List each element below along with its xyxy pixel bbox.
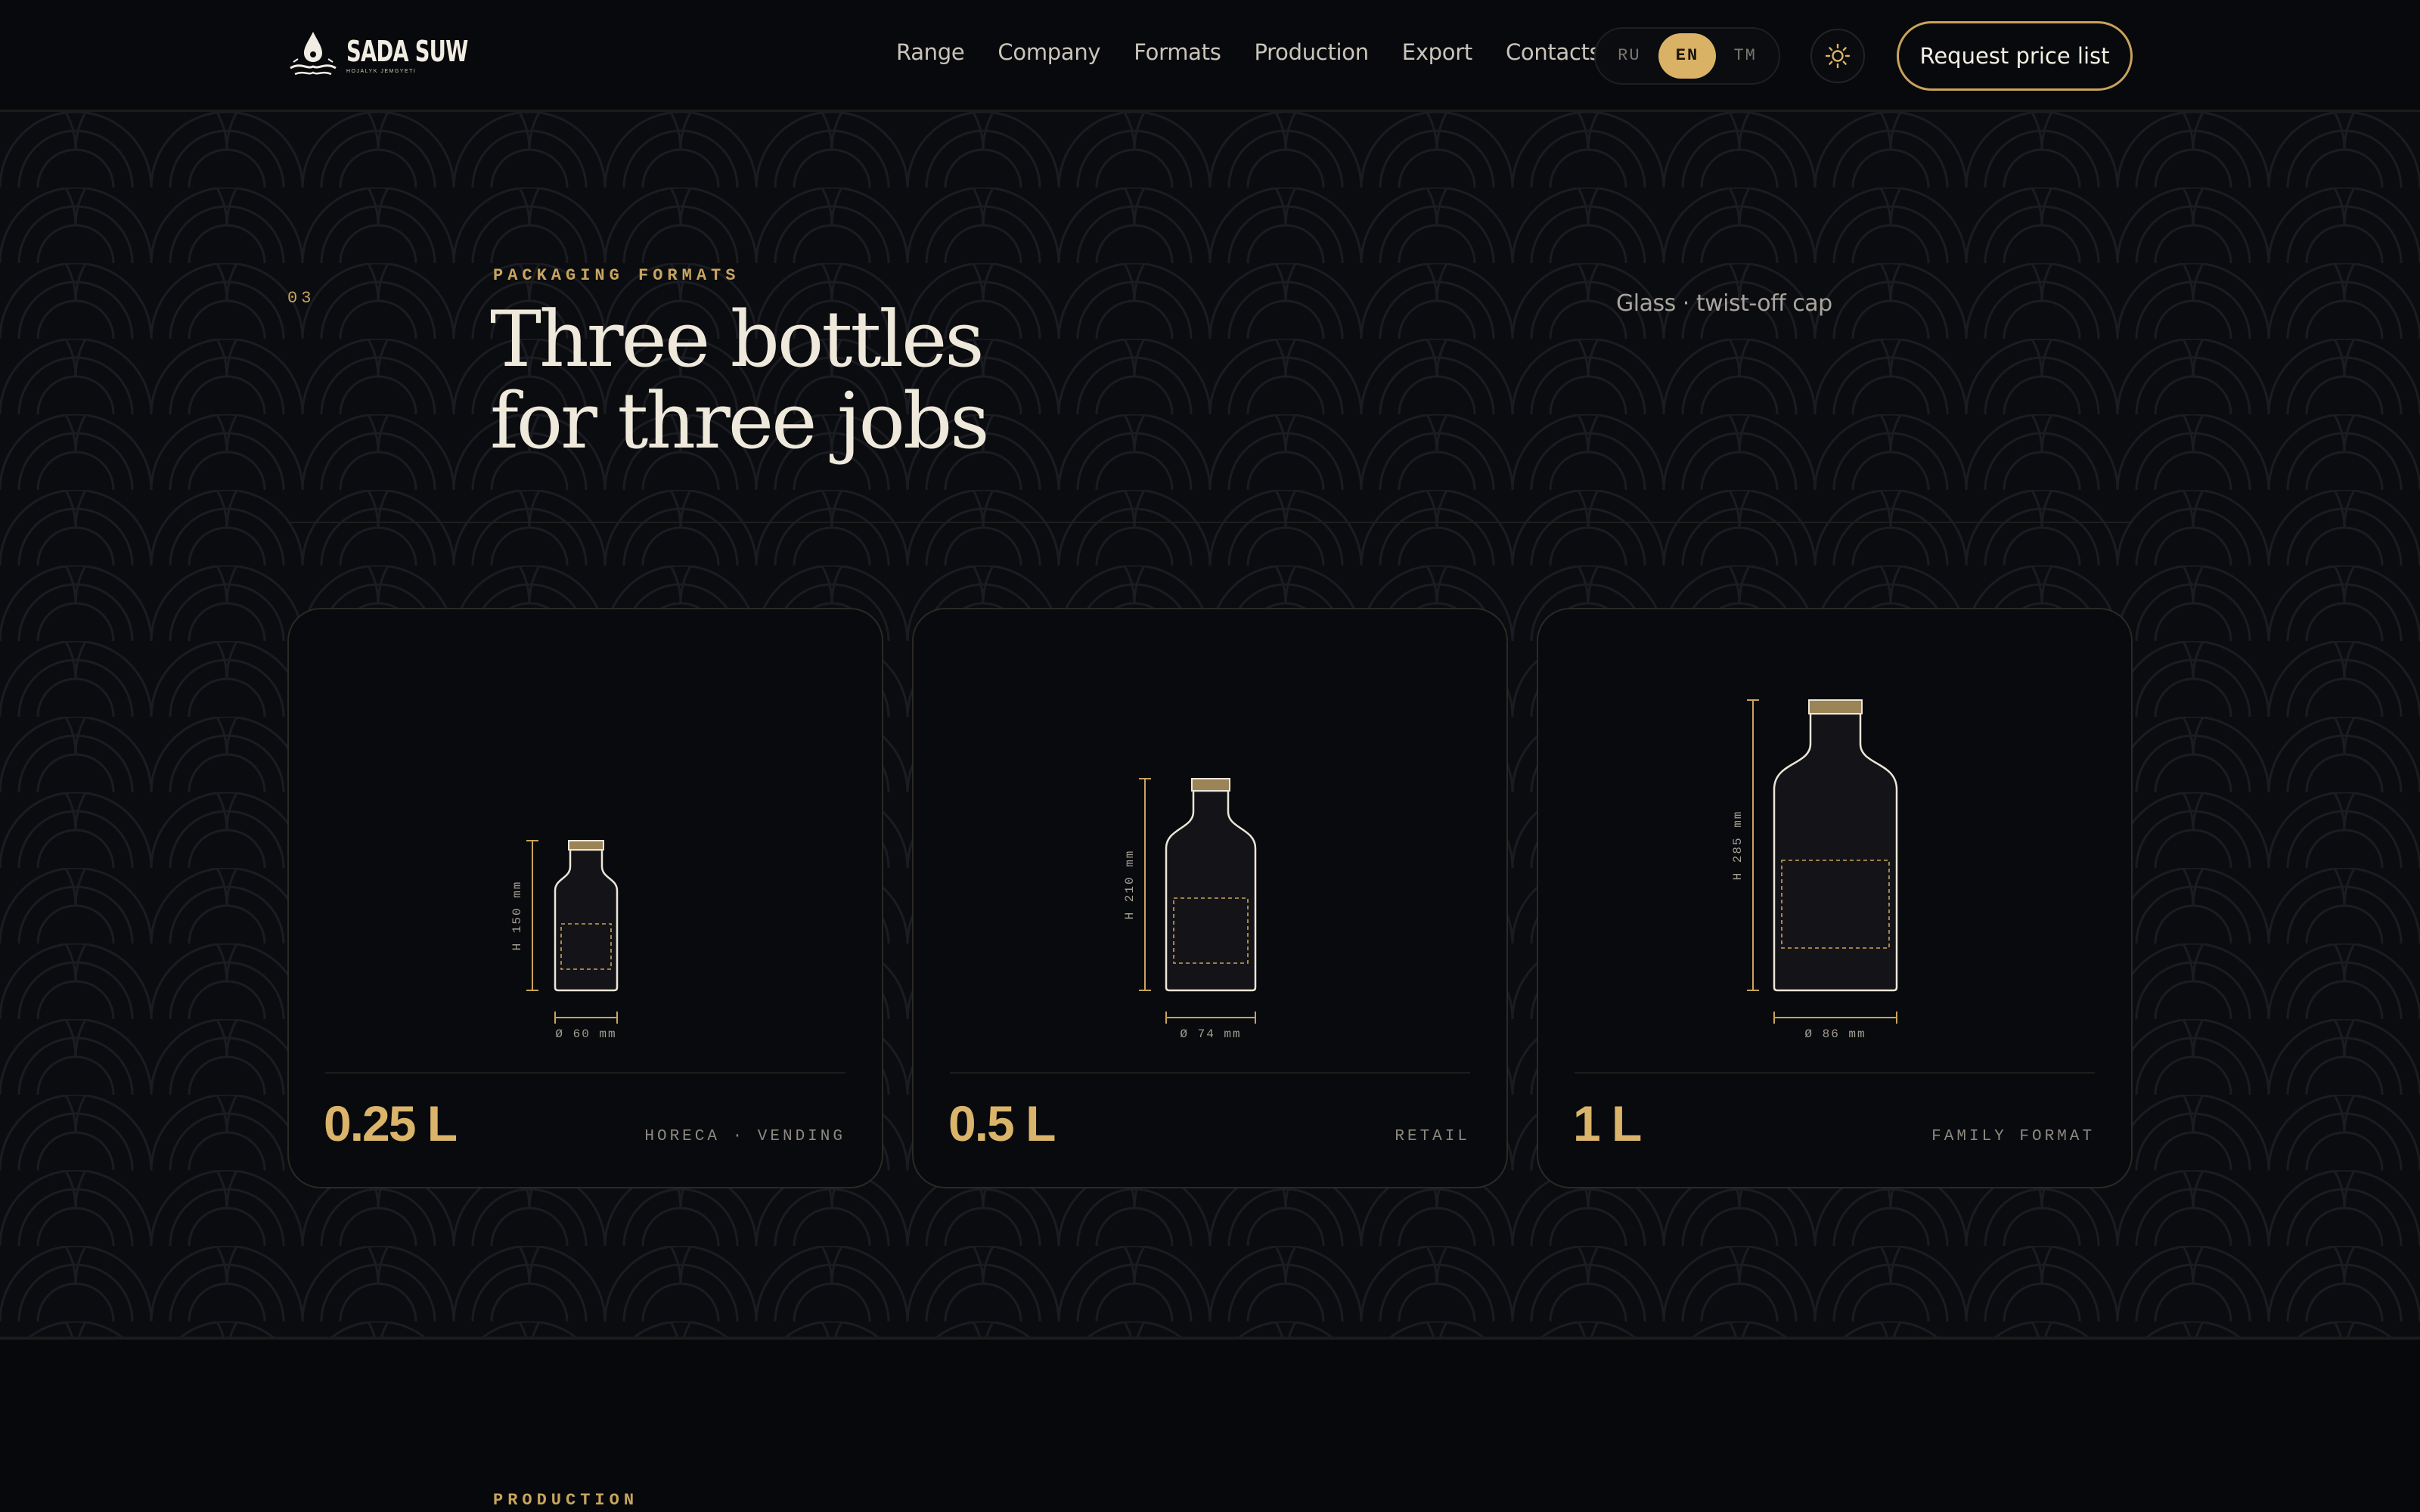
lang-option-tm[interactable]: TM bbox=[1716, 33, 1774, 79]
lang-option-en[interactable]: EN bbox=[1658, 33, 1717, 79]
section-number: 03 bbox=[287, 289, 315, 308]
card-use-case: RETAIL bbox=[1395, 1128, 1470, 1145]
section-divider bbox=[287, 522, 2133, 523]
section-eyebrow: PACKAGING FORMATS bbox=[493, 266, 740, 285]
diameter-label: Ø 60 mm bbox=[555, 1027, 616, 1041]
production-eyebrow: PRODUCTION bbox=[493, 1491, 639, 1510]
format-card-05[interactable]: H 210 mm Ø 74 mm 0.5 L RETAIL bbox=[912, 608, 1508, 1188]
card-divider bbox=[1575, 1072, 2095, 1074]
card-divider bbox=[950, 1072, 1470, 1074]
nav-item-production[interactable]: Production bbox=[1255, 39, 1370, 65]
section-title-line1: Three bottles bbox=[490, 295, 985, 385]
section-title-line2: for three jobs bbox=[490, 376, 990, 466]
card-volume: 0.5 L bbox=[948, 1095, 1056, 1151]
nav-item-company[interactable]: Company bbox=[997, 39, 1100, 65]
card-volume: 1 L bbox=[1573, 1095, 1642, 1151]
format-card-025[interactable]: H 150 mm Ø 60 mm 0.25 L HORECA · VENDING bbox=[287, 608, 883, 1188]
formats-section: 03 PACKAGING FORMATS Three bottles for t… bbox=[0, 112, 2420, 1338]
brand-logo[interactable]: SADA SUW HOJALYK JEMGYETI bbox=[287, 29, 515, 82]
bottle-250ml-illustration: H 150 mm Ø 60 mm bbox=[510, 840, 619, 1041]
nav-item-contacts[interactable]: Contacts bbox=[1506, 39, 1601, 65]
nav-item-formats[interactable]: Formats bbox=[1134, 39, 1221, 65]
card-volume: 0.25 L bbox=[324, 1095, 458, 1151]
site-header: SADA SUW HOJALYK JEMGYETI Range Company … bbox=[0, 0, 2420, 112]
nav-item-range[interactable]: Range bbox=[896, 39, 965, 65]
brand-name: SADA SUW bbox=[346, 34, 468, 68]
diameter-label: Ø 86 mm bbox=[1804, 1027, 1866, 1041]
theme-toggle-button[interactable] bbox=[1810, 29, 1865, 83]
height-label: H 210 mm bbox=[1123, 850, 1137, 920]
lang-option-ru[interactable]: RU bbox=[1600, 33, 1658, 79]
water-drop-logo-icon bbox=[290, 32, 337, 76]
language-switcher: RU EN TM bbox=[1594, 27, 1780, 85]
bottle-500ml-illustration: H 210 mm Ø 74 mm bbox=[1123, 778, 1257, 1041]
card-use-case: HORECA · VENDING bbox=[644, 1128, 845, 1145]
brand-tagline: HOJALYK JEMGYETI bbox=[346, 68, 417, 74]
sun-icon bbox=[1825, 43, 1851, 69]
section-note: Glass · twist-off cap bbox=[1616, 290, 1832, 317]
bottle-1l-illustration: H 285 mm Ø 86 mm bbox=[1731, 699, 1898, 1041]
section-title: Three bottles for three jobs bbox=[490, 299, 990, 466]
main-nav: Range Company Formats Production Export … bbox=[896, 39, 1601, 65]
format-card-1l[interactable]: H 285 mm Ø 86 mm 1 L FAMILY FORMAT bbox=[1537, 608, 2133, 1188]
card-use-case: FAMILY FORMAT bbox=[1931, 1128, 2095, 1145]
diameter-label: Ø 74 mm bbox=[1180, 1027, 1241, 1041]
request-price-list-button[interactable]: Request price list bbox=[1897, 21, 2133, 91]
format-cards: H 150 mm Ø 60 mm 0.25 L HORECA · VENDING bbox=[287, 608, 2133, 1188]
height-label: H 285 mm bbox=[1731, 810, 1745, 881]
card-divider bbox=[325, 1072, 845, 1074]
nav-item-export[interactable]: Export bbox=[1402, 39, 1472, 65]
production-section bbox=[0, 1340, 2420, 1512]
height-label: H 150 mm bbox=[510, 881, 524, 951]
